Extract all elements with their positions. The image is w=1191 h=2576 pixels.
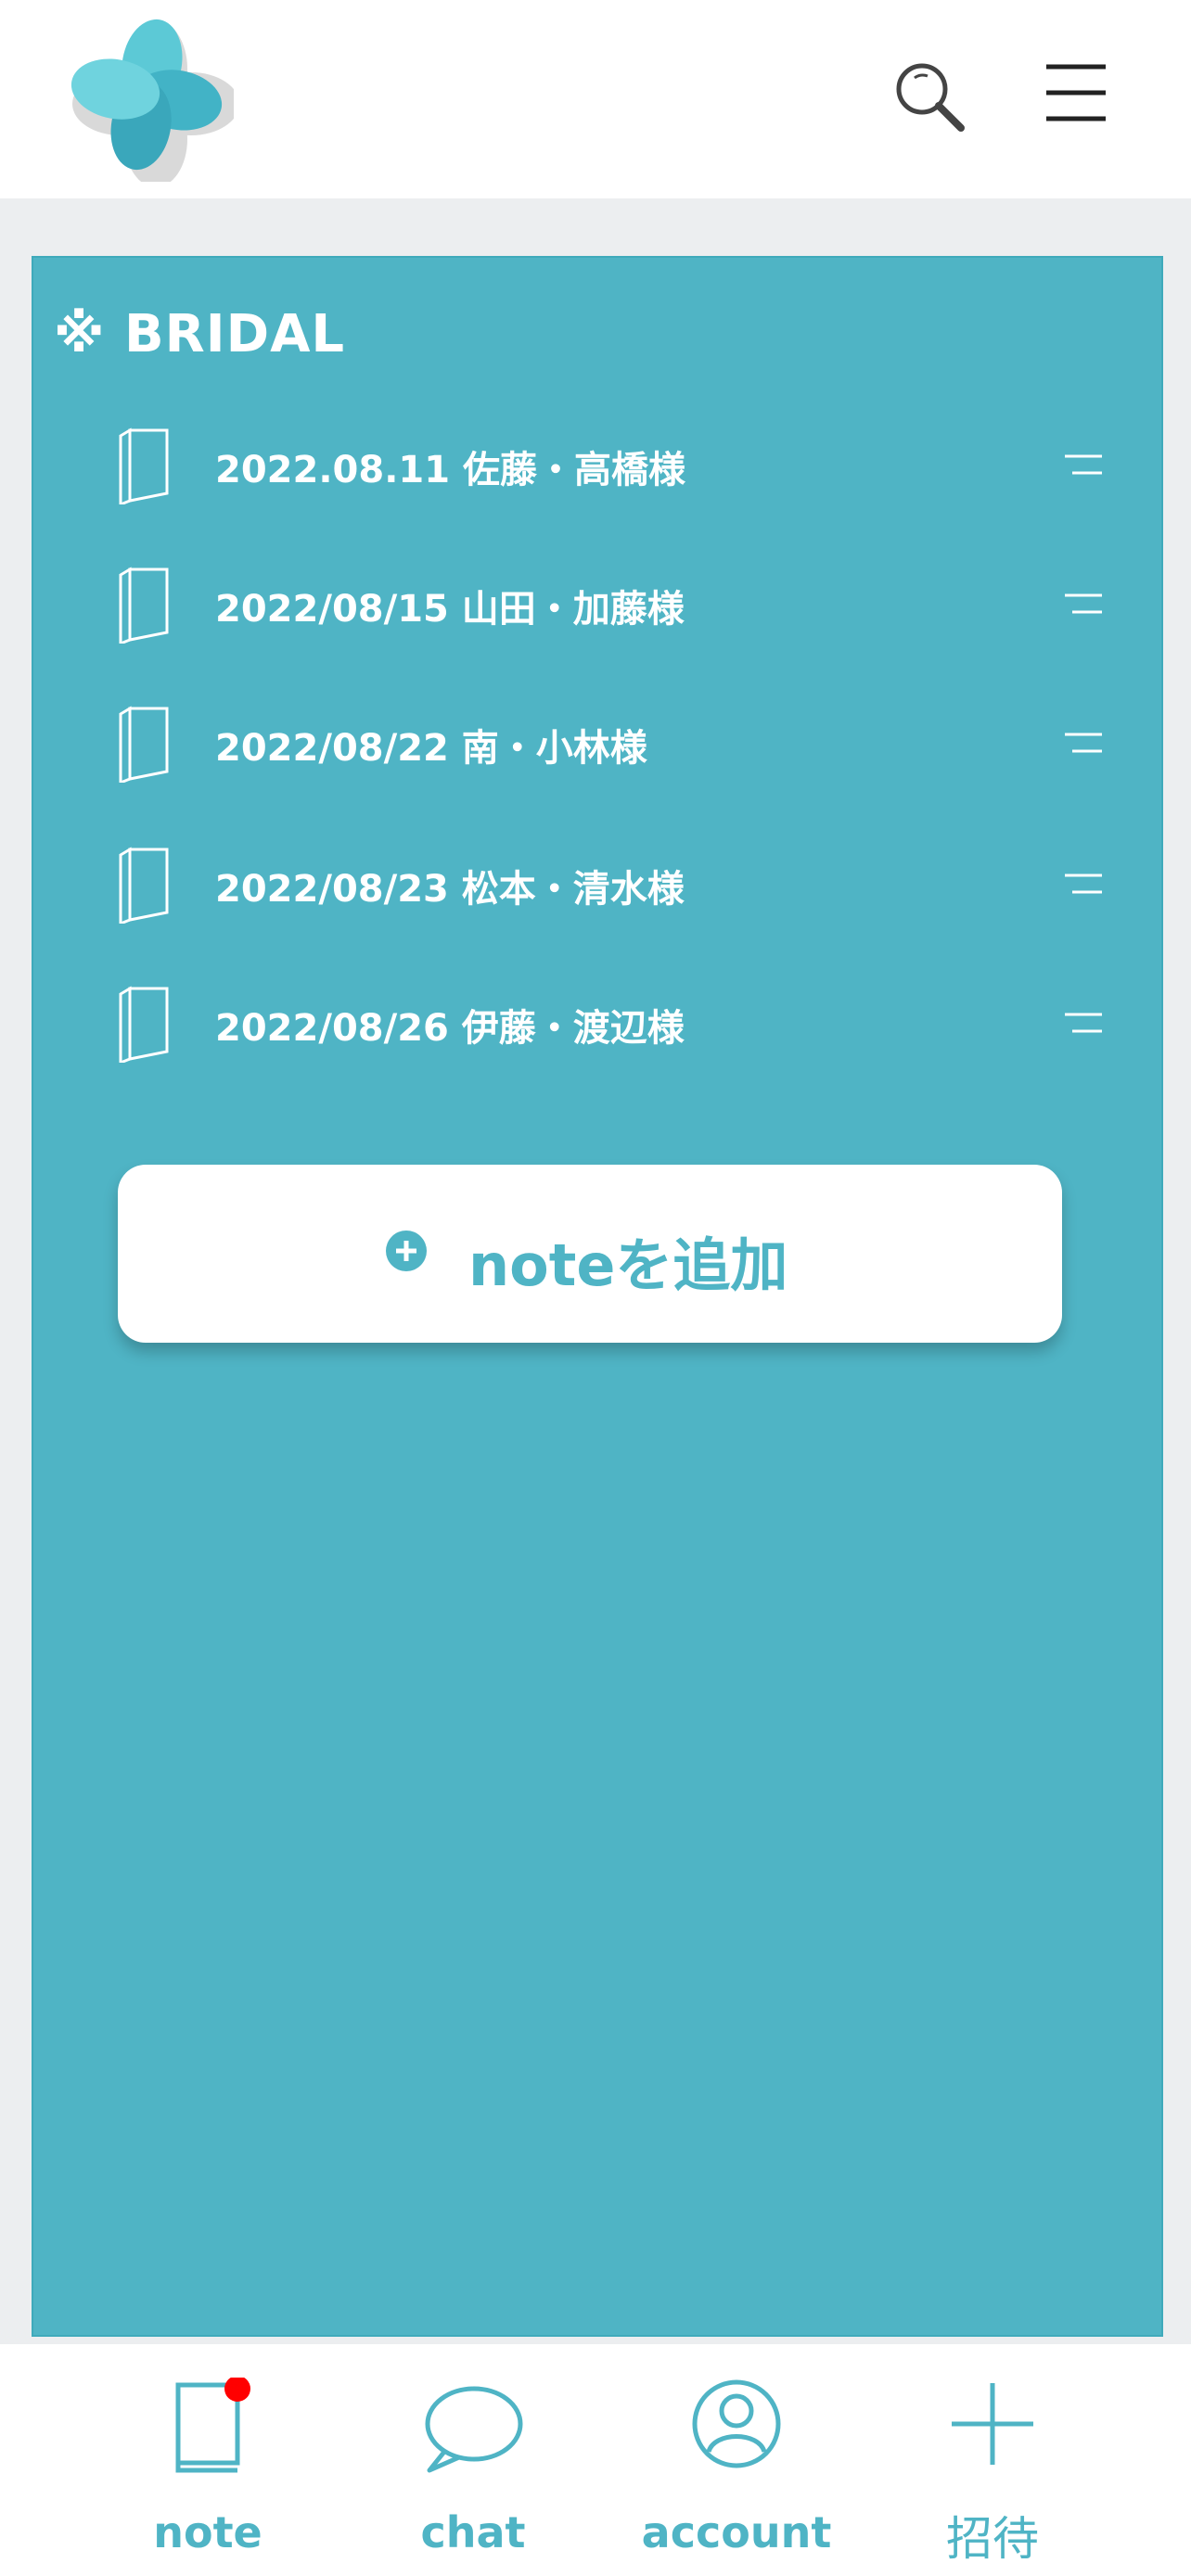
book-icon <box>119 567 169 644</box>
add-note-button[interactable]: noteを追加 <box>118 1165 1062 1343</box>
notification-badge <box>224 2378 250 2402</box>
add-note-label: noteを追加 <box>468 1231 788 1299</box>
tab-note[interactable]: note <box>87 2344 328 2576</box>
item-options-icon[interactable] <box>1061 1011 1106 1037</box>
note-title: 2022/08/23 松本・清水様 <box>215 868 685 911</box>
app-header <box>0 0 1191 198</box>
book-icon <box>119 427 169 504</box>
clover-logo-icon[interactable] <box>67 15 234 182</box>
tab-account[interactable]: account <box>616 2344 857 2576</box>
note-list-item[interactable]: 2022/08/23 松本・清水様 <box>56 825 1132 946</box>
item-options-icon[interactable] <box>1061 453 1106 478</box>
item-options-icon[interactable] <box>1061 592 1106 618</box>
tab-chat-label: chat <box>420 2507 526 2557</box>
item-options-icon[interactable] <box>1061 872 1106 898</box>
tab-invite[interactable]: 招待 <box>872 2344 1113 2576</box>
chat-bubble-icon <box>425 2386 523 2473</box>
book-icon <box>119 706 169 783</box>
section-title: ※ BRIDAL <box>54 304 346 364</box>
tab-invite-label: 招待 <box>946 2512 1039 2566</box>
note-title: 2022/08/22 南・小林様 <box>215 727 647 770</box>
plus-icon <box>952 2383 1033 2465</box>
plus-circle-icon <box>386 1231 427 1271</box>
tab-chat[interactable]: chat <box>352 2344 594 2576</box>
note-list-item[interactable]: 2022.08.11 佐藤・高橋様 <box>56 406 1132 527</box>
tab-account-label: account <box>641 2507 832 2557</box>
note-title: 2022/08/26 伊藤・渡辺様 <box>215 1007 685 1050</box>
book-icon <box>119 847 169 924</box>
note-list-item[interactable]: 2022/08/22 南・小林様 <box>56 684 1132 805</box>
account-person-icon <box>692 2379 781 2468</box>
note-book-icon <box>175 2378 250 2473</box>
note-title: 2022/08/15 山田・加藤様 <box>215 588 685 631</box>
item-options-icon[interactable] <box>1061 731 1106 757</box>
note-title: 2022.08.11 佐藤・高橋様 <box>215 449 685 491</box>
tab-note-label: note <box>153 2507 263 2557</box>
search-icon[interactable] <box>890 57 967 134</box>
note-list-item[interactable]: 2022/08/15 山田・加藤様 <box>56 545 1132 666</box>
hamburger-menu-icon[interactable] <box>1041 57 1111 128</box>
bottom-tab-bar: note chat account 招待 <box>0 2344 1191 2576</box>
note-list-item[interactable]: 2022/08/26 伊藤・渡辺様 <box>56 964 1132 1085</box>
book-icon <box>119 986 169 1063</box>
